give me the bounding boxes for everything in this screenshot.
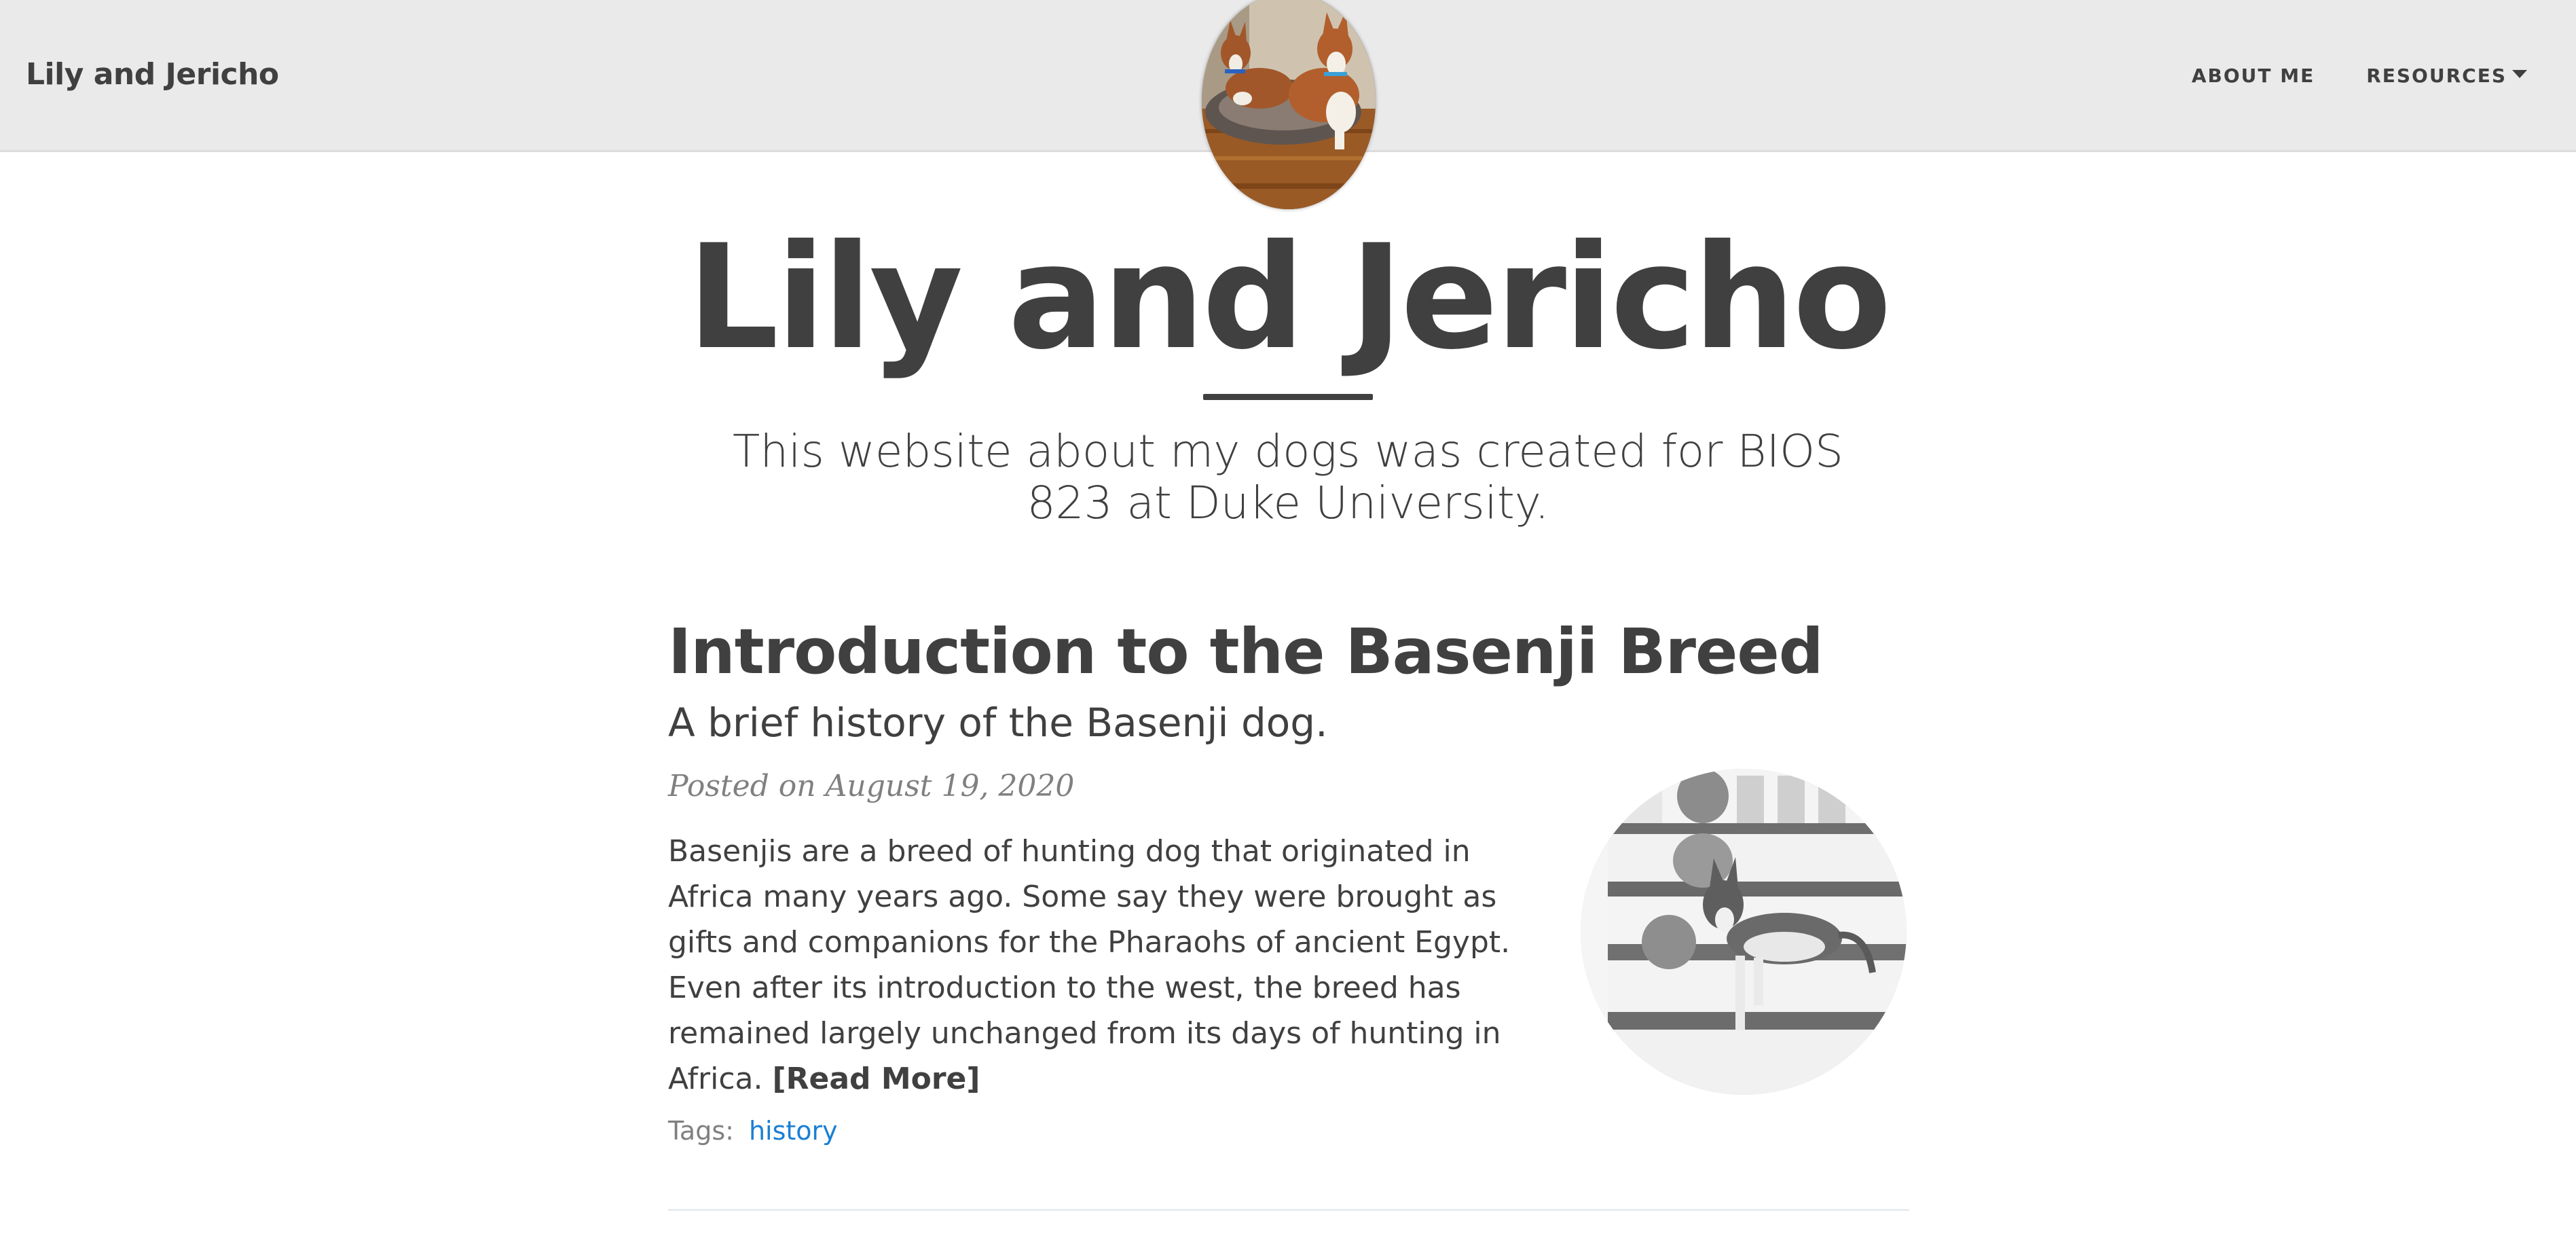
post-image[interactable] (1581, 769, 1907, 1095)
avatar-dogs-photo (1202, 0, 1376, 209)
tag-link-history[interactable]: history (749, 1114, 838, 1148)
avatar[interactable] (1202, 0, 1376, 209)
caret-down-icon (2512, 70, 2527, 78)
nav-link-resources-label: RESOURCES (2366, 65, 2507, 87)
tags-label: Tags: (668, 1116, 734, 1146)
nav-link-resources-dropdown[interactable]: RESOURCES (2366, 62, 2527, 90)
nav-link-about-me-label: ABOUT ME (2191, 65, 2315, 87)
post-image-basenji-on-stairs (1581, 769, 1907, 1095)
post-subtitle: A brief history of the Basenji dog. (668, 700, 1328, 746)
post-excerpt: Basenjis are a breed of hunting dog that… (668, 829, 1544, 1102)
page-title: Lily and Jericho (686, 213, 1892, 381)
post-preview: Introduction to the Basenji Breed A brie… (668, 611, 1909, 1146)
post-title-link[interactable]: Introduction to the Basenji Breed A brie… (668, 611, 1909, 750)
nav-links: ABOUT ME RESOURCES (2192, 62, 2527, 90)
navbar-brand-link[interactable]: Lily and Jericho (26, 54, 279, 95)
post-excerpt-text: Basenjis are a breed of hunting dog that… (668, 834, 1511, 1096)
post-divider (668, 1209, 1909, 1211)
nav-link-about-me[interactable]: ABOUT ME (2192, 62, 2315, 90)
read-more-link[interactable]: [Read More] (772, 1062, 980, 1096)
post-tags: Tags: history (668, 1114, 838, 1148)
post-title: Introduction to the Basenji Breed (668, 615, 1824, 688)
page-subtitle: This website about my dogs was created f… (733, 425, 1843, 529)
hero-divider (1203, 394, 1373, 400)
